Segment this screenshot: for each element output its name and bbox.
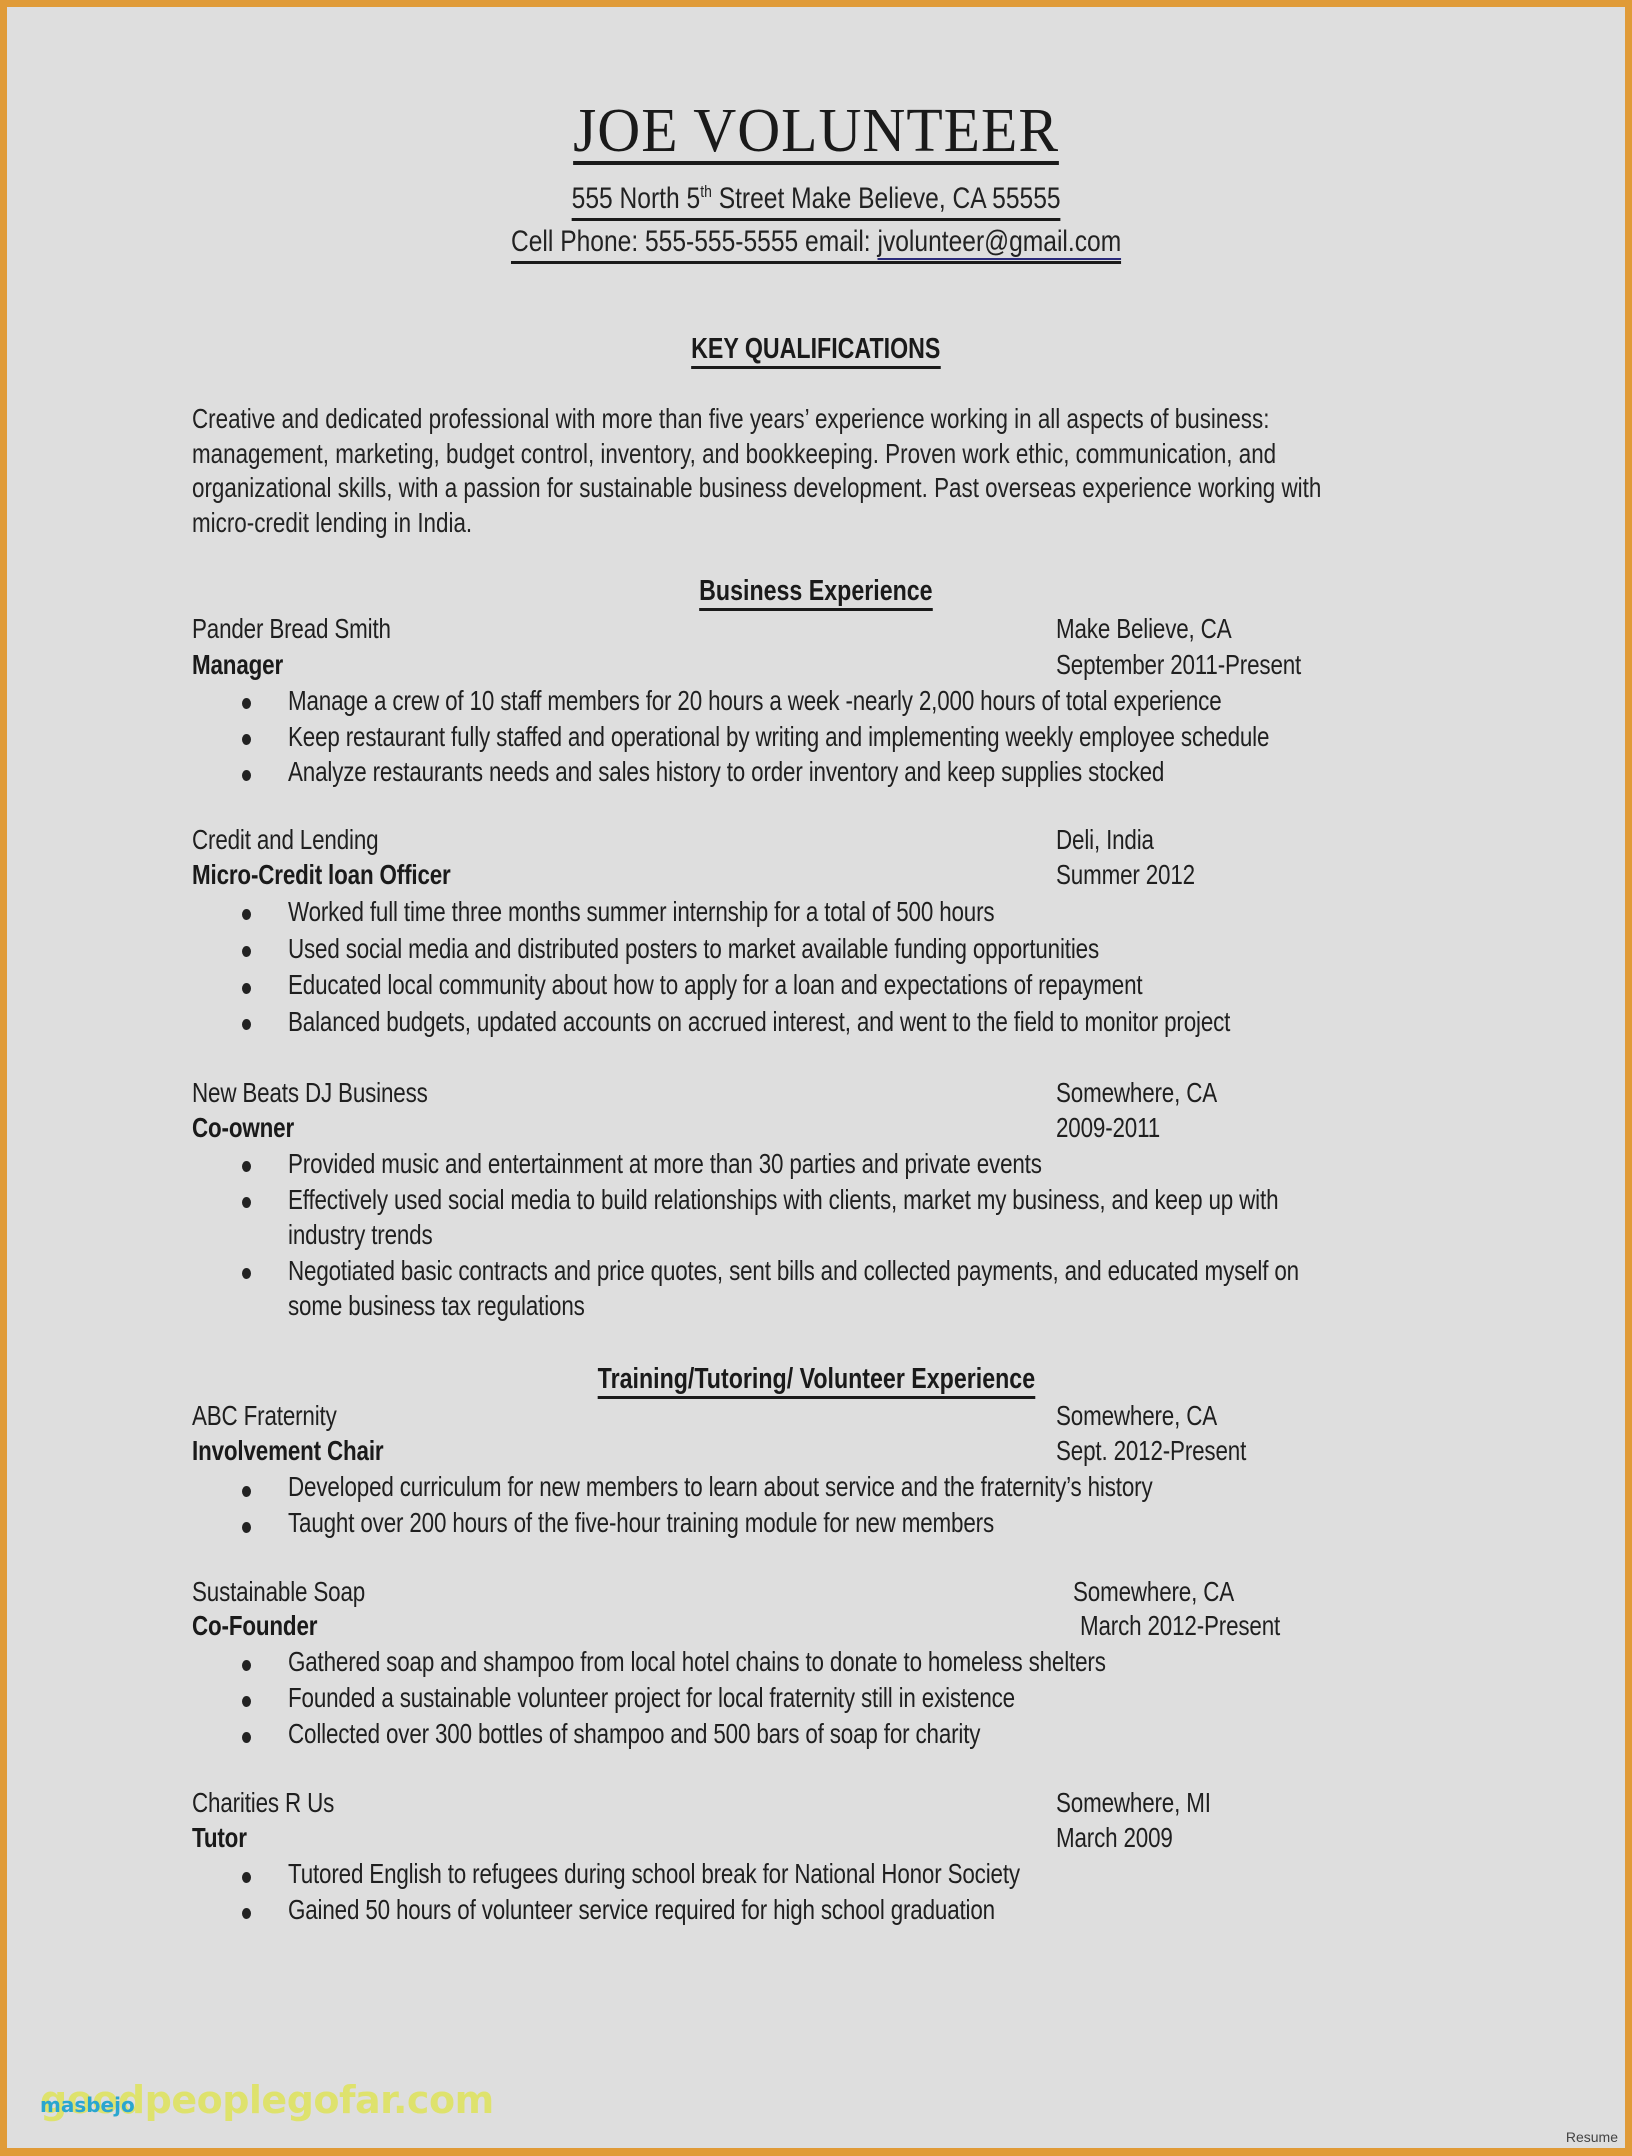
page-frame-border (0, 0, 1632, 2156)
